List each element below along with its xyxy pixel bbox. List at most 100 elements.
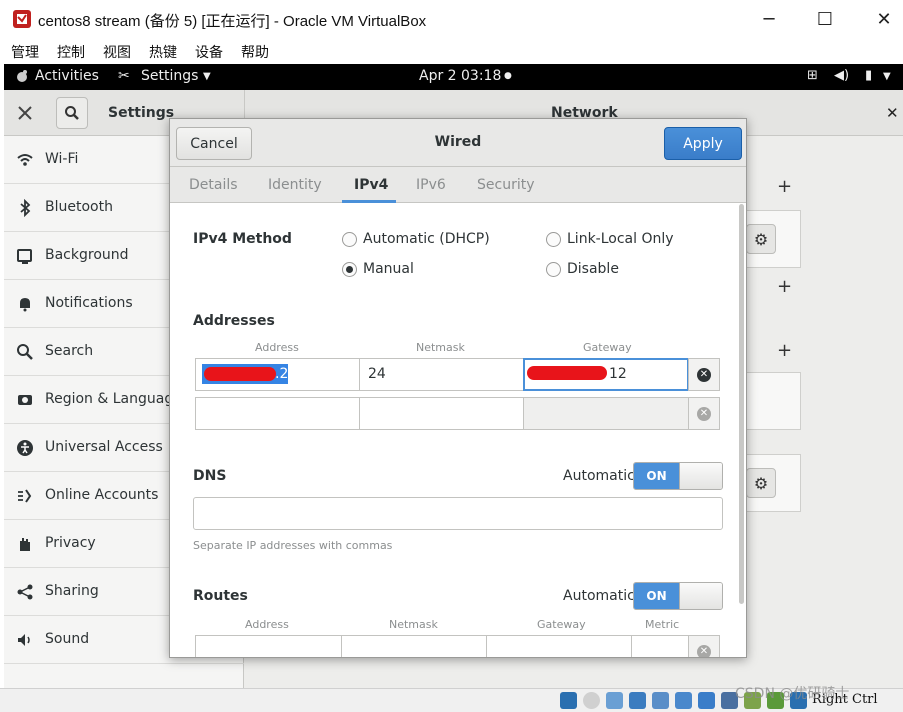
menu-control[interactable]: 控制 [57,42,85,62]
gear-icon[interactable]: ⚙ [746,224,776,254]
switch-on-label: ON [634,583,679,609]
clock[interactable]: Apr 2 03:18 [419,68,501,84]
wired-dialog: Cancel Wired Apply Details Identity IPv4… [169,118,747,658]
add-proxy-button[interactable]: + [777,340,792,361]
optical-drive-icon[interactable] [583,692,600,709]
search-icon [16,343,34,361]
redaction-mark [204,367,276,381]
gateway-value: 12 [609,366,627,382]
sidebar-item-label: Universal Access [45,439,163,455]
activities-button[interactable]: Activities [35,68,99,84]
scrollbar[interactable] [739,204,744,604]
route-netmask-field[interactable] [341,635,487,657]
radio-automatic-dhcp[interactable] [342,232,357,247]
radio-label-automatic-dhcp: Automatic (DHCP) [363,231,490,247]
network-icon[interactable] [629,692,646,709]
menu-devices[interactable]: 设备 [195,42,223,62]
volume-icon[interactable]: ◀) [834,68,849,83]
radio-link-local[interactable] [546,232,561,247]
wired-connection-row: ⚙ [745,210,801,268]
proxy-row: ⚙ [745,454,801,512]
system-menu-arrow-icon[interactable]: ▼ [883,71,891,82]
camera-icon [16,391,34,409]
minimize-button[interactable]: ─ [754,6,784,32]
route-col-gateway: Gateway [537,618,586,631]
route-address-field[interactable] [195,635,342,657]
netmask-value: 24 [368,366,386,382]
menu-view[interactable]: 视图 [103,42,131,62]
address-field-empty[interactable] [195,397,360,430]
route-col-address: Address [245,618,289,631]
gateway-field-empty [523,397,689,430]
tab-security[interactable]: Security [477,177,535,193]
routes-automatic-label: Automatic [563,588,635,604]
route-metric-field[interactable] [631,635,689,657]
radio-label-disable: Disable [567,261,619,277]
accessibility-icon [16,439,34,457]
delete-address-button[interactable]: ✕ [688,358,720,391]
close-icon: ✕ [697,406,711,421]
tab-ipv6[interactable]: IPv6 [416,177,446,193]
accounts-icon [16,487,34,505]
dns-hint: Separate IP addresses with commas [193,539,393,552]
netmask-field-empty[interactable] [359,397,524,430]
route-col-netmask: Netmask [389,618,438,631]
sidebar-item-label: Wi-Fi [45,151,79,167]
sidebar-item-label: Search [45,343,94,359]
dialog-title: Wired [434,134,482,150]
radio-manual[interactable] [342,262,357,277]
battery-icon[interactable]: ▮ [865,68,872,83]
col-header-address: Address [255,341,299,354]
sidebar-item-label: Bluetooth [45,199,113,215]
gear-icon[interactable]: ⚙ [746,468,776,498]
close-button[interactable]: ✕ [869,6,899,32]
radio-label-manual: Manual [363,261,414,277]
settings-app-icon: ✂ [118,68,130,84]
menu-hotkey[interactable]: 热键 [149,42,177,62]
dns-automatic-switch[interactable]: ON [633,462,723,490]
hard-disk-icon[interactable] [560,692,577,709]
settings-title: Settings [108,105,175,121]
route-gateway-field[interactable] [486,635,632,657]
ipv4-method-label: IPv4 Method [193,231,292,247]
radio-disable[interactable] [546,262,561,277]
switch-knob [679,463,722,489]
addresses-title: Addresses [193,313,275,329]
add-connection-button[interactable]: + [777,176,792,197]
tools-icon [9,97,41,129]
netmask-field[interactable]: 24 [359,358,524,391]
vbox-menubar: 管理 控制 视图 热键 设备 帮助 [0,38,903,64]
display-icon[interactable] [698,692,715,709]
tab-identity[interactable]: Identity [268,177,322,193]
shared-folders-icon[interactable] [675,692,692,709]
close-icon[interactable]: ✕ [886,104,899,122]
settings-app-menu[interactable]: Settings [141,68,198,84]
maximize-button[interactable]: ☐ [810,6,840,32]
search-button[interactable] [56,97,88,129]
sidebar-item-label: Notifications [45,295,133,311]
notification-dot-icon: ● [504,71,512,81]
tab-ipv4[interactable]: IPv4 [354,177,388,193]
switch-on-label: ON [634,463,679,489]
usb-icon[interactable] [652,692,669,709]
route-col-metric: Metric [645,618,680,631]
tab-details[interactable]: Details [189,177,238,193]
apply-button[interactable]: Apply [664,127,742,160]
routes-automatic-switch[interactable]: ON [633,582,723,610]
dns-input[interactable] [193,497,723,530]
sidebar-item-label: Online Accounts [45,487,159,503]
add-vpn-button[interactable]: + [777,276,792,297]
delete-address-button-disabled: ✕ [688,397,720,430]
gnome-logo-icon [14,68,30,88]
routes-title: Routes [193,588,248,604]
ipv4-content: IPv4 Method Automatic (DHCP) Link-Local … [170,204,746,657]
audio-icon[interactable] [606,692,623,709]
address-value: .2 [275,366,289,382]
network-wired-icon[interactable]: ⊞ [807,68,818,83]
col-header-gateway: Gateway [583,341,632,354]
sidebar-item-label: Privacy [45,535,96,551]
menu-help[interactable]: 帮助 [241,42,269,62]
menu-manage[interactable]: 管理 [11,42,39,62]
gateway-field[interactable]: 12 [523,358,689,391]
address-field[interactable]: .2 [195,358,360,391]
